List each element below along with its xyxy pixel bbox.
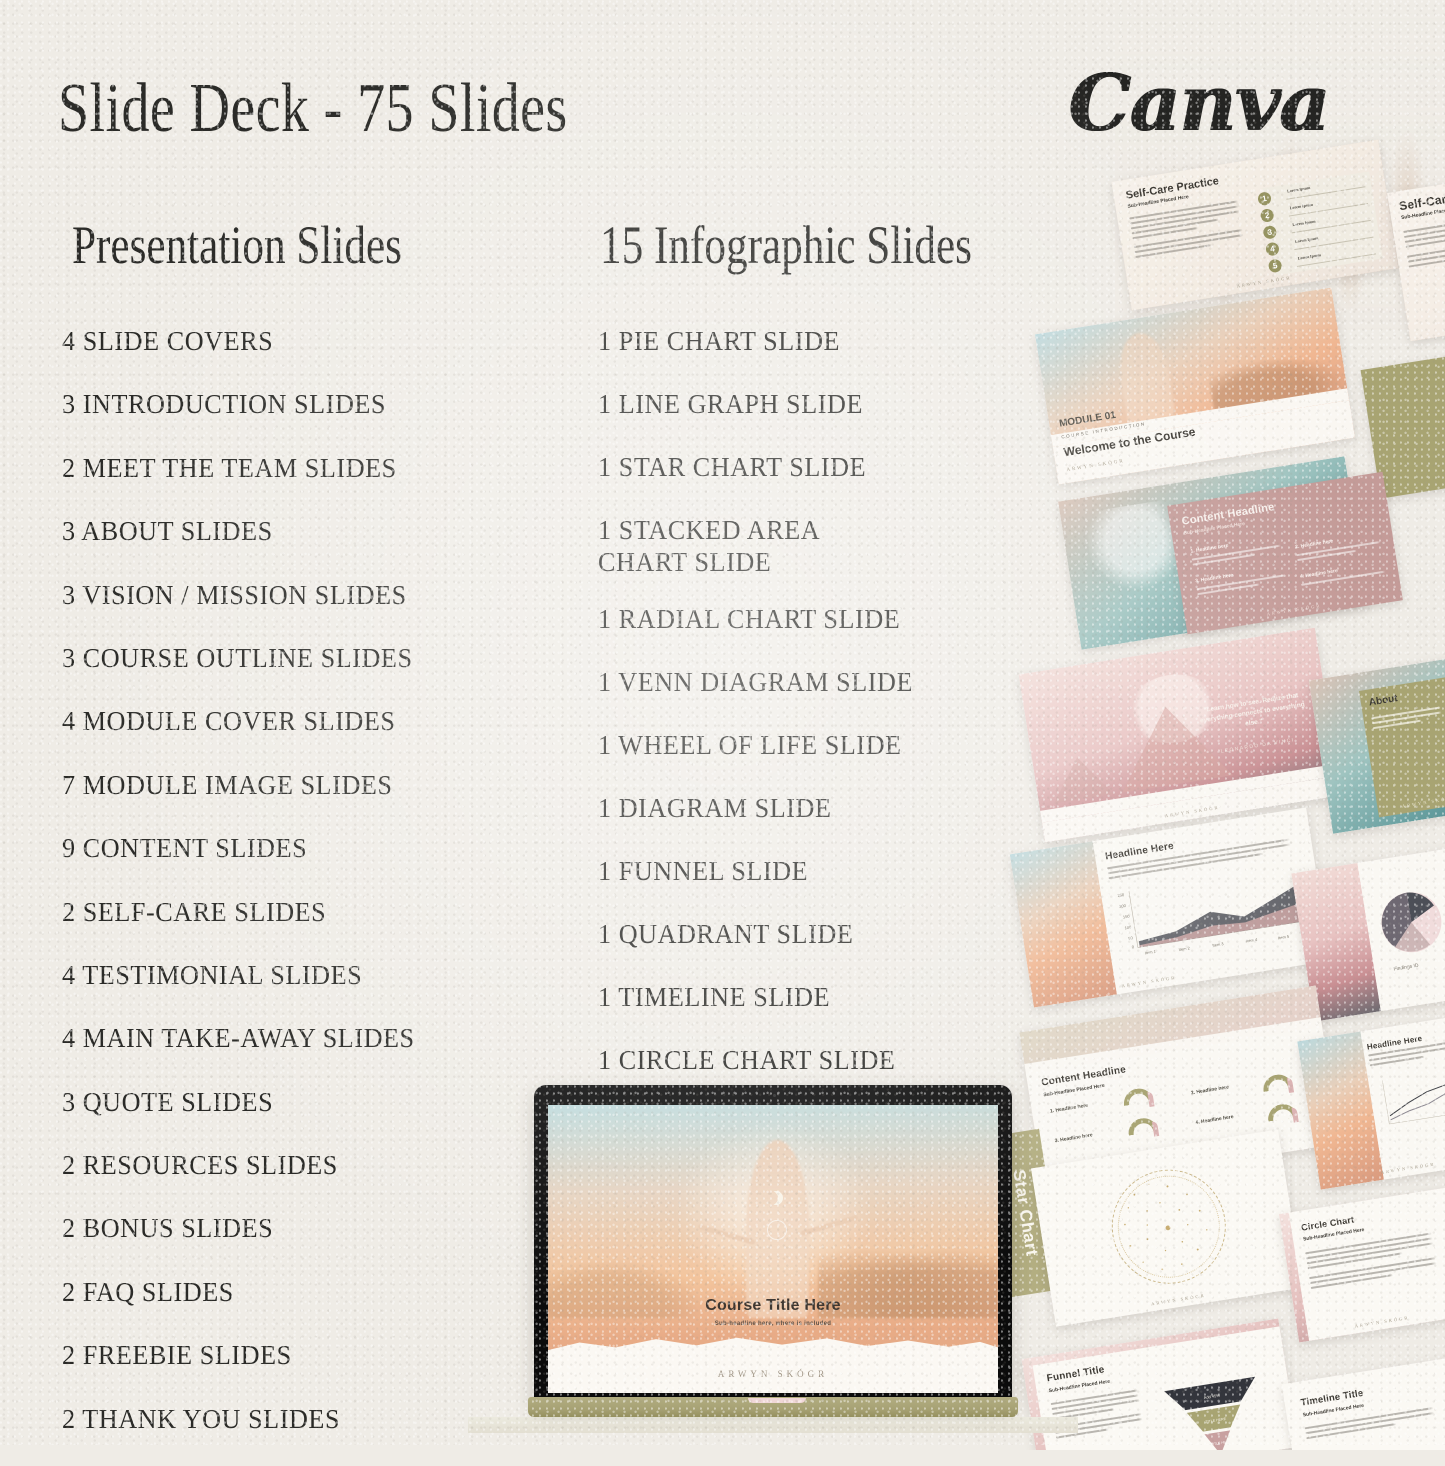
list-item: 3 COURSE OUTLINE SLIDES	[62, 641, 413, 673]
list-item: 2 MEET THE TEAM SLIDES	[62, 451, 397, 483]
presentation-slides-list: 4 SLIDE COVERS 3 INTRODUCTION SLIDES 2 M…	[62, 325, 562, 1466]
list-item: 1 STACKED AREA CHART SLIDE	[598, 513, 821, 577]
list-item: 1 PIE CHART SLIDE	[598, 325, 841, 356]
list-item: 1 WHEEL OF LIFE SLIDE	[598, 729, 902, 761]
laptop-lid: Course Title Here Sub-headline here, whe…	[534, 1085, 1012, 1405]
list-item: 4 MAIN TAKE-AWAY SLIDES	[62, 1022, 415, 1054]
laptop-screen: Course Title Here Sub-headline here, whe…	[548, 1105, 998, 1393]
laptop-shelf	[468, 1417, 1078, 1433]
list-item: 2 RESOURCES SLIDES	[62, 1149, 338, 1181]
list-item: 1 FUNNEL SLIDE	[598, 855, 809, 887]
laptop-mockup: Course Title Here Sub-headline here, whe…	[468, 1085, 1078, 1445]
list-item: 1 DIAGRAM SLIDE	[598, 792, 832, 824]
laptop-notch	[748, 1398, 806, 1403]
list-item: 1 RADIAL CHART SLIDE	[598, 603, 901, 635]
list-item: 2 FAQ SLIDES	[62, 1275, 234, 1307]
page-title: Slide Deck - 75 Slides	[58, 70, 568, 147]
list-item: 4 SLIDE COVERS	[62, 325, 274, 356]
list-item: 1 CIRCLE CHART SLIDE	[598, 1043, 896, 1075]
presentation-slides-heading: Presentation Slides	[72, 215, 402, 275]
list-item: 1 QUADRANT SLIDE	[598, 917, 854, 949]
list-item: 2 BONUS SLIDES	[62, 1212, 274, 1244]
list-item: 7 MODULE IMAGE SLIDES	[62, 768, 393, 800]
screen-course-subtitle: Sub-headline here, where is included	[714, 1320, 832, 1327]
list-item: 4 MODULE COVER SLIDES	[62, 705, 396, 737]
list-item: 9 CONTENT SLIDES	[62, 832, 308, 864]
infographic-slides-list: 1 PIE CHART SLIDE 1 LINE GRAPH SLIDE 1 S…	[598, 325, 1088, 1107]
list-item: 2 SELF-CARE SLIDES	[62, 895, 327, 927]
list-item: 1 TIMELINE SLIDE	[598, 980, 831, 1012]
list-item: 1 LINE GRAPH SLIDE	[598, 387, 863, 419]
list-item: 3 VISION / MISSION SLIDES	[62, 578, 407, 610]
list-item: 2 THANK YOU SLIDES	[62, 1402, 341, 1434]
canva-logo: Canva	[1068, 58, 1329, 149]
screen-course-title: Course Title Here	[705, 1297, 841, 1315]
list-item: 3 ABOUT SLIDES	[62, 515, 273, 547]
list-item: 3 QUOTE SLIDES	[62, 1085, 274, 1117]
list-item: 1 STAR CHART SLIDE	[598, 450, 867, 482]
list-item: 1 VENN DIAGRAM SLIDE	[598, 666, 913, 698]
list-item: 2 FREEBIE SLIDES	[62, 1339, 292, 1371]
infographic-slides-heading: 15 Infographic Slides	[600, 215, 972, 275]
screen-brand: ARWYN SKÓGR	[717, 1368, 829, 1379]
list-item: 3 INTRODUCTION SLIDES	[62, 388, 387, 420]
list-item: 4 TESTIMONIAL SLIDES	[62, 958, 363, 990]
webcam-dot	[773, 1094, 776, 1097]
mandala-icon	[766, 1220, 787, 1241]
